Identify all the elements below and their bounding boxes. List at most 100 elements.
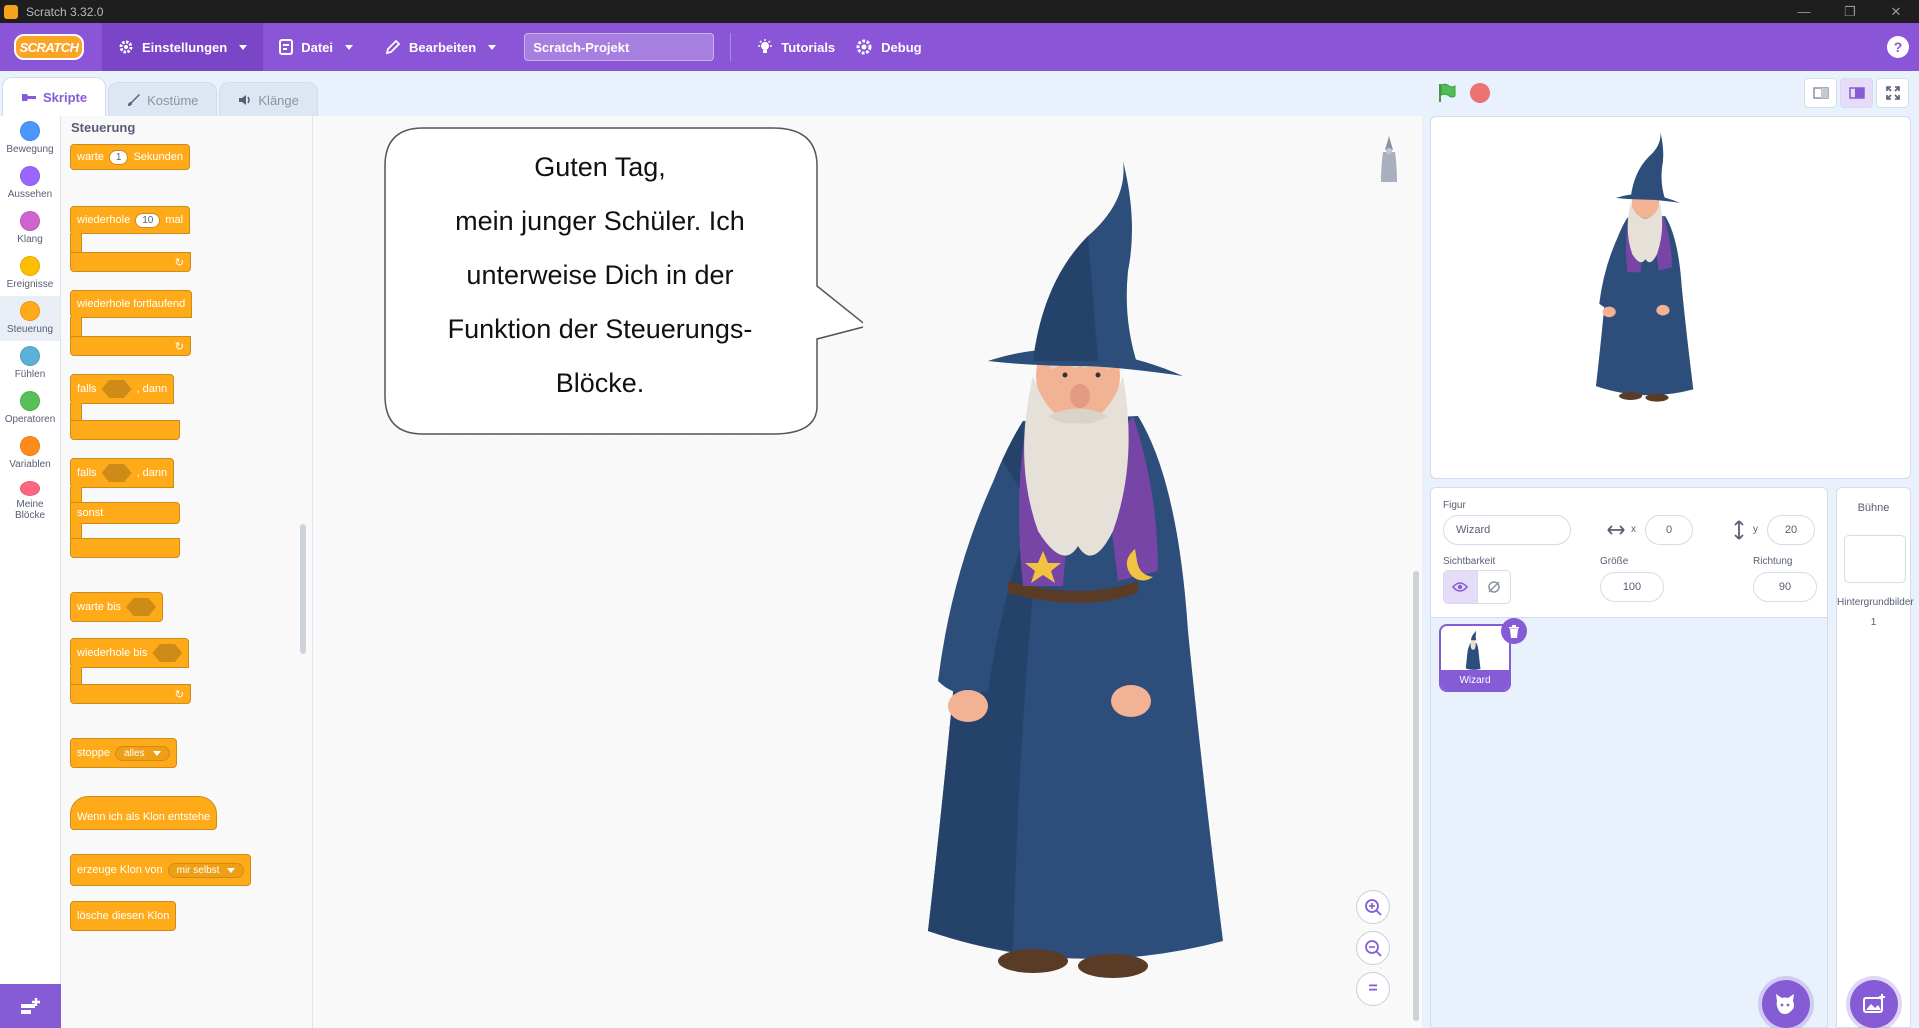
settings-menu[interactable]: Einstellungen [102, 23, 264, 71]
category-operators[interactable]: Operatoren [0, 386, 60, 431]
category-label: Bewegung [6, 144, 54, 155]
project-title-input[interactable]: Scratch-Projekt [524, 33, 715, 61]
window-controls: — ❐ ✕ [1781, 0, 1919, 23]
add-extension-button[interactable] [0, 984, 61, 1028]
window-titlebar: Scratch 3.32.0 — ❐ ✕ [0, 0, 1919, 23]
green-flag-icon[interactable] [1436, 83, 1456, 103]
tab-code[interactable]: Skripte [2, 77, 107, 117]
show-sprite-button[interactable] [1444, 571, 1478, 603]
category-sound[interactable]: Klang [0, 206, 60, 251]
tutorials-button[interactable]: Tutorials [747, 23, 845, 71]
block-text: wiederhole bis [77, 647, 148, 659]
help-button[interactable]: ? [1887, 36, 1909, 58]
category-motion[interactable]: Bewegung [0, 116, 60, 161]
file-menu[interactable]: Datei [263, 23, 369, 71]
sprite-pane: Figur Wizard x 0 y 20 Sichtbarkeit Größe… [1430, 487, 1828, 1028]
block-repeat[interactable]: wiederhole 10 mal [70, 206, 191, 234]
block-text: wiederhole [77, 214, 131, 226]
block-text: , dann [136, 383, 168, 395]
visibility-label: Sichtbarkeit [1443, 556, 1496, 567]
block-number-input[interactable]: 10 [135, 212, 161, 228]
scratch-logo[interactable]: SCRATCH [14, 34, 84, 60]
category-label: Aussehen [7, 189, 53, 200]
category-sensing[interactable]: Fühlen [0, 341, 60, 386]
sprite-name-input[interactable]: Wizard [1443, 515, 1571, 545]
edit-label: Bearbeiten [409, 39, 477, 55]
minimize-button[interactable]: — [1781, 0, 1827, 23]
block-text: stoppe [77, 747, 111, 759]
large-stage-button[interactable] [1840, 78, 1873, 108]
stop-icon[interactable] [1470, 83, 1490, 103]
block-wait[interactable]: warte 1 Sekunden [70, 144, 191, 170]
block-number-input[interactable]: 1 [108, 149, 129, 165]
block-if-else[interactable]: falls , dann [70, 458, 175, 488]
fullscreen-button[interactable] [1876, 78, 1909, 108]
tab-sounds[interactable]: Klänge [219, 82, 318, 117]
sprite-thumbnail[interactable]: Wizard [1439, 624, 1511, 692]
c-block-arm [70, 667, 82, 685]
choose-backdrop-button[interactable] [1850, 980, 1898, 1028]
direction-label: Richtung [1753, 556, 1793, 567]
c-block-arm [70, 317, 82, 337]
category-label: Meine Blöcke [14, 499, 45, 521]
cat-add-icon [1776, 994, 1794, 1014]
category-my-blocks[interactable]: Meine Blöcke [0, 476, 60, 521]
category-events[interactable]: Ereignisse [0, 251, 60, 296]
block-delete-clone[interactable]: lösche diesen Klon [70, 901, 177, 931]
stage-canvas[interactable] [1430, 116, 1911, 479]
block-dropdown[interactable]: mir selbst [167, 862, 245, 878]
window-title: Scratch 3.32.0 [26, 4, 104, 19]
gear-icon [119, 40, 133, 54]
tab-sounds-label: Klänge [258, 92, 299, 108]
block-text: Sekunden [133, 151, 184, 163]
debug-button[interactable]: Debug [845, 23, 931, 71]
palette-scrollbar[interactable] [300, 524, 306, 654]
block-text: wiederhole fortlaufend [77, 298, 186, 310]
y-input[interactable]: 20 [1767, 515, 1815, 545]
wizard-illustration [928, 161, 1223, 978]
block-text: warte [77, 151, 104, 163]
close-button[interactable]: ✕ [1873, 0, 1919, 23]
block-wait-until[interactable]: warte bis [70, 592, 164, 622]
delete-sprite-button[interactable] [1501, 618, 1527, 644]
menu-bar: SCRATCH Einstellungen Datei Bearbeiten S… [0, 23, 1919, 71]
zoom-out-button[interactable] [1356, 931, 1390, 965]
visibility-toggle [1443, 570, 1511, 604]
size-input[interactable]: 100 [1600, 572, 1664, 602]
direction-input[interactable]: 90 [1753, 572, 1817, 602]
category-label: Ereignisse [6, 279, 54, 290]
maximize-button[interactable]: ❐ [1827, 0, 1873, 23]
block-forever[interactable]: wiederhole fortlaufend [70, 290, 193, 318]
x-input[interactable]: 0 [1645, 515, 1693, 545]
boolean-slot[interactable] [101, 464, 132, 482]
boolean-slot[interactable] [126, 598, 157, 616]
category-dot [20, 211, 40, 231]
boolean-slot[interactable] [101, 380, 132, 398]
category-variables[interactable]: Variablen [0, 431, 60, 476]
block-if-then[interactable]: falls , dann [70, 374, 175, 404]
boolean-slot[interactable] [152, 644, 183, 662]
block-text: falls [77, 467, 97, 479]
small-stage-button[interactable] [1804, 78, 1837, 108]
block-dropdown[interactable]: alles [115, 745, 170, 761]
pencil-icon [385, 39, 401, 55]
block-repeat-until[interactable]: wiederhole bis [70, 638, 190, 668]
lightbulb-icon [758, 39, 773, 53]
edit-menu[interactable]: Bearbeiten [369, 23, 512, 71]
category-control[interactable]: Steuerung [0, 296, 60, 341]
block-stop[interactable]: stoppe alles [70, 738, 177, 768]
block-clone-hat[interactable]: Wenn ich als Klon entstehe [70, 796, 218, 830]
script-area-scrollbar[interactable] [1413, 571, 1419, 1021]
zoom-in-button[interactable] [1356, 890, 1390, 924]
eye-icon [1452, 582, 1469, 592]
tab-costumes[interactable]: Kostüme [108, 82, 218, 117]
block-categories: Bewegung Aussehen Klang Ereignisse Steue… [0, 116, 61, 1028]
hide-sprite-button[interactable] [1478, 571, 1511, 603]
stage-selector[interactable]: Bühne Hintergrundbilder 1 [1836, 487, 1914, 1028]
zoom-reset-button[interactable]: = [1356, 972, 1390, 1006]
category-looks[interactable]: Aussehen [0, 161, 60, 206]
file-icon [279, 39, 294, 55]
script-area[interactable]: Guten Tag, mein junger Schüler. Ich unte… [313, 116, 1422, 1028]
choose-sprite-button[interactable] [1762, 980, 1810, 1028]
block-create-clone[interactable]: erzeuge Klon von mir selbst [70, 854, 252, 886]
